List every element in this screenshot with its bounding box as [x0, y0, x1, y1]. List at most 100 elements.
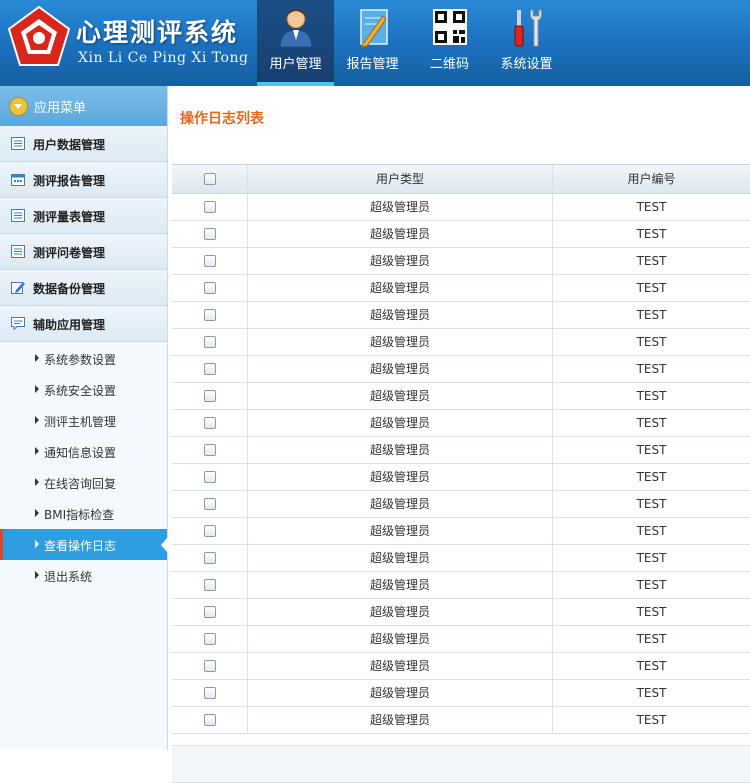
- sidebar-subitem-security[interactable]: 系统安全设置: [0, 374, 167, 405]
- table-row[interactable]: 超级管理员 TEST: [172, 356, 750, 383]
- row-select-cell: [172, 410, 248, 436]
- table-row[interactable]: 超级管理员 TEST: [172, 329, 750, 356]
- sidebar-subitem-operation-log[interactable]: 查看操作日志: [0, 529, 168, 560]
- row-checkbox[interactable]: [204, 606, 216, 618]
- cell-user-id: TEST: [636, 389, 667, 403]
- table-row[interactable]: 超级管理员 TEST: [172, 194, 750, 221]
- row-select-cell: [172, 383, 248, 409]
- arrow-right-icon: [35, 478, 39, 486]
- table-row[interactable]: 超级管理员 TEST: [172, 572, 750, 599]
- row-checkbox[interactable]: [204, 336, 216, 348]
- sidebar-subitem-notification[interactable]: 通知信息设置: [0, 436, 167, 467]
- nav-qrcode[interactable]: 二维码: [411, 0, 488, 86]
- table-row[interactable]: 超级管理员 TEST: [172, 275, 750, 302]
- cell-user-id: TEST: [636, 713, 667, 727]
- row-select-cell: [172, 437, 248, 463]
- row-checkbox[interactable]: [204, 255, 216, 267]
- row-checkbox[interactable]: [204, 201, 216, 213]
- qrcode-icon: [432, 9, 467, 45]
- sidebar-subitem-host[interactable]: 测评主机管理: [0, 405, 167, 436]
- cell-user-id: TEST: [636, 605, 667, 619]
- table-row[interactable]: 超级管理员 TEST: [172, 248, 750, 275]
- row-select-cell: [172, 491, 248, 517]
- cell-user-type: 超级管理员: [248, 356, 553, 382]
- sidebar-subitem-logout[interactable]: 退出系统: [0, 560, 167, 591]
- table-row[interactable]: 超级管理员 TEST: [172, 302, 750, 329]
- table-row[interactable]: 超级管理员 TEST: [172, 680, 750, 707]
- cell-user-id: TEST: [636, 416, 667, 430]
- row-checkbox[interactable]: [204, 552, 216, 564]
- table-row[interactable]: 超级管理员 TEST: [172, 545, 750, 572]
- row-checkbox[interactable]: [204, 471, 216, 483]
- cell-user-type: 超级管理员: [248, 599, 553, 625]
- cell-user-id: TEST: [636, 308, 667, 322]
- table-row[interactable]: 超级管理员 TEST: [172, 383, 750, 410]
- row-checkbox[interactable]: [204, 660, 216, 672]
- sidebar-item-user-data[interactable]: 用户数据管理: [0, 126, 167, 162]
- row-checkbox[interactable]: [204, 417, 216, 429]
- row-checkbox[interactable]: [204, 363, 216, 375]
- cell-user-id: TEST: [636, 227, 667, 241]
- table-row[interactable]: 超级管理员 TEST: [172, 410, 750, 437]
- row-checkbox[interactable]: [204, 714, 216, 726]
- row-checkbox[interactable]: [204, 525, 216, 537]
- nav-label: 二维码: [429, 57, 469, 72]
- nav-label: 报告管理: [346, 57, 399, 72]
- nav-system-settings[interactable]: 系统设置: [488, 0, 565, 86]
- sidebar-header-label: 应用菜单: [34, 101, 87, 116]
- cell-user-type: 超级管理员: [248, 680, 553, 706]
- row-checkbox[interactable]: [204, 498, 216, 510]
- sidebar-item-scale[interactable]: 测评量表管理: [0, 198, 167, 234]
- row-checkbox[interactable]: [204, 390, 216, 402]
- nav-user-management[interactable]: 用户管理: [257, 0, 334, 86]
- cell-user-id: TEST: [636, 200, 667, 214]
- sidebar-item-report[interactable]: 测评报告管理: [0, 162, 167, 198]
- row-select-cell: [172, 653, 248, 679]
- sidebar-subitem-label: 系统参数设置: [44, 353, 117, 367]
- cell-user-type: 超级管理员: [248, 275, 553, 301]
- row-checkbox[interactable]: [204, 579, 216, 591]
- cell-user-type: 超级管理员: [248, 383, 553, 409]
- table-row[interactable]: 超级管理员 TEST: [172, 491, 750, 518]
- table-row[interactable]: 超级管理员 TEST: [172, 464, 750, 491]
- sidebar-item-backup[interactable]: 数据备份管理: [0, 270, 167, 306]
- table-header: 用户类型 用户编号: [172, 164, 750, 194]
- row-checkbox[interactable]: [204, 687, 216, 699]
- cell-user-id: TEST: [636, 443, 667, 457]
- cell-user-id: TEST: [636, 551, 667, 565]
- row-checkbox[interactable]: [204, 444, 216, 456]
- table-row[interactable]: 超级管理员 TEST: [172, 653, 750, 680]
- row-select-cell: [172, 302, 248, 328]
- table-row[interactable]: 超级管理员 TEST: [172, 707, 750, 734]
- table-row[interactable]: 超级管理员 TEST: [172, 437, 750, 464]
- nav-report-management[interactable]: 报告管理: [334, 0, 411, 86]
- row-checkbox[interactable]: [204, 633, 216, 645]
- cell-user-id: TEST: [636, 524, 667, 538]
- row-checkbox[interactable]: [204, 228, 216, 240]
- app-title: 心理测评系统: [76, 18, 239, 47]
- table-row[interactable]: 超级管理员 TEST: [172, 599, 750, 626]
- row-checkbox[interactable]: [204, 282, 216, 294]
- column-header-user-type[interactable]: 用户类型: [248, 165, 553, 193]
- cell-user-id: TEST: [636, 254, 667, 268]
- arrow-right-icon: [35, 509, 39, 517]
- arrow-right-icon: [35, 571, 39, 579]
- table-row[interactable]: 超级管理员 TEST: [172, 626, 750, 653]
- sidebar: 应用菜单 用户数据管理 测评报告管理 测评量表管理 测评问卷管理 数据备份管理 …: [0, 86, 168, 750]
- row-checkbox[interactable]: [204, 309, 216, 321]
- select-all-checkbox[interactable]: [204, 173, 216, 185]
- cell-user-type: 超级管理员: [248, 572, 553, 598]
- sidebar-subitem-bmi[interactable]: BMI指标检查: [0, 498, 167, 529]
- table-row[interactable]: 超级管理员 TEST: [172, 518, 750, 545]
- sidebar-subitem-consult[interactable]: 在线咨询回复: [0, 467, 167, 498]
- sidebar-item-auxiliary[interactable]: 辅助应用管理: [0, 306, 167, 342]
- sidebar-item-questionnaire[interactable]: 测评问卷管理: [0, 234, 167, 270]
- row-select-cell: [172, 626, 248, 652]
- table-row[interactable]: 超级管理员 TEST: [172, 221, 750, 248]
- chat-icon: [11, 317, 25, 330]
- sidebar-subitem-label: BMI指标检查: [44, 508, 115, 522]
- arrow-right-icon: [35, 354, 39, 362]
- column-header-user-id[interactable]: 用户编号: [553, 165, 750, 193]
- sidebar-subitem-system-params[interactable]: 系统参数设置: [0, 343, 167, 374]
- cell-user-type: 超级管理员: [248, 410, 553, 436]
